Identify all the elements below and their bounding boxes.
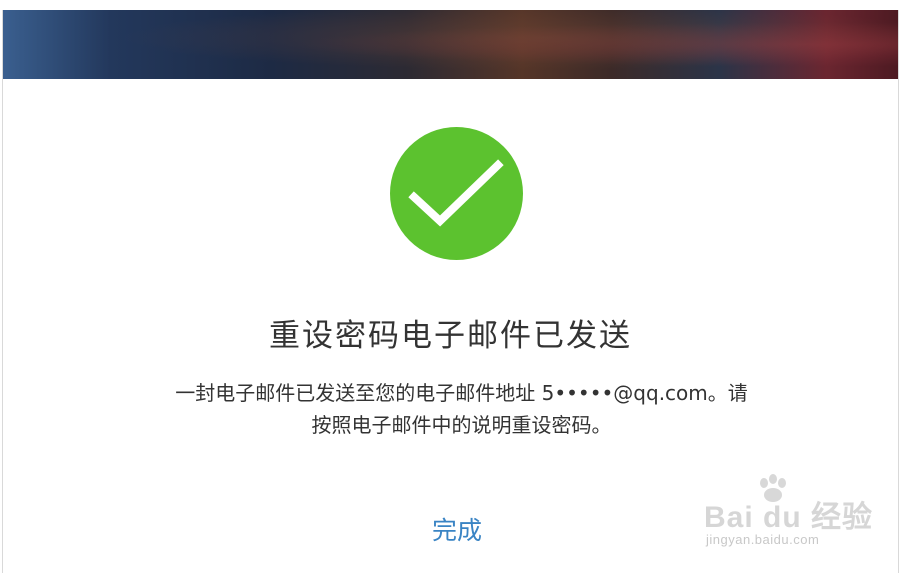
done-button[interactable]: 完成	[407, 507, 507, 551]
watermark-brand: Bai du 经验	[704, 501, 874, 534]
dialog-message: 一封电子邮件已发送至您的电子邮件地址 5•••••@qq.com。请 按照电子邮…	[123, 377, 800, 441]
dialog-title: 重设密码电子邮件已发送	[269, 318, 632, 354]
checkmark-icon	[408, 159, 504, 227]
message-line-2: 按照电子邮件中的说明重设密码。	[311, 413, 612, 437]
baidu-jingyan-watermark: Bai du 经验 jingyan.baidu.com	[698, 472, 898, 552]
message-line-1: 一封电子邮件已发送至您的电子邮件地址 5•••••@qq.com。请	[175, 381, 748, 405]
success-checkmark-icon	[390, 127, 523, 260]
page: 重设密码电子邮件已发送 一封电子邮件已发送至您的电子邮件地址 5•••••@qq…	[0, 0, 915, 573]
watermark-url: jingyan.baidu.com	[706, 532, 820, 547]
header-banner	[3, 10, 898, 79]
